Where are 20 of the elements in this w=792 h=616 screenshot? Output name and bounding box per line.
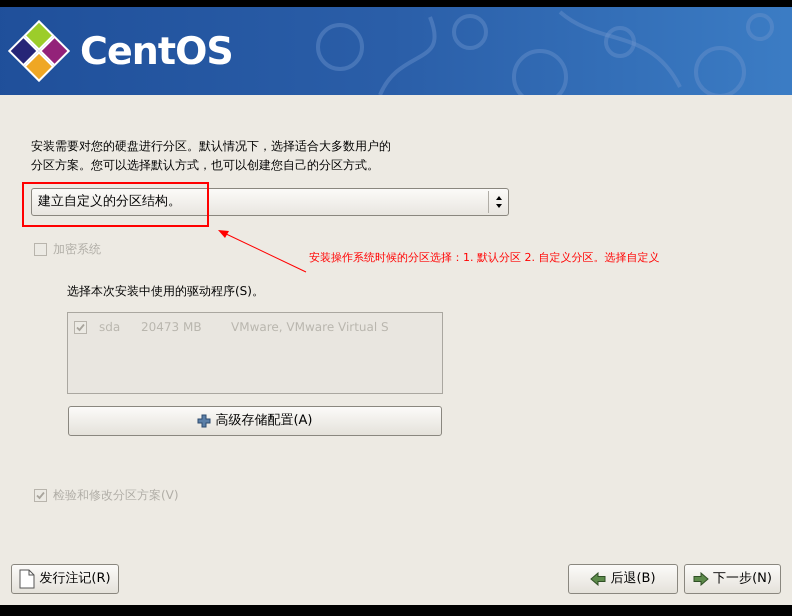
- right-arrow-icon: [693, 572, 710, 586]
- back-button[interactable]: 后退(B): [568, 564, 678, 594]
- logo-text: CentOS: [80, 28, 233, 74]
- plus-icon: [197, 414, 212, 428]
- check-icon: [36, 490, 45, 500]
- partition-dropdown[interactable]: 建立自定义的分区结构。: [31, 188, 509, 216]
- advanced-storage-button[interactable]: 高级存储配置(A): [68, 406, 442, 436]
- next-button[interactable]: 下一步(N): [684, 564, 781, 594]
- check-icon: [76, 322, 85, 332]
- encrypt-label: 加密系统: [53, 241, 101, 258]
- logo-icon: [8, 20, 70, 82]
- annotation-text: 安装操作系统时候的分区选择：1. 默认分区 2. 自定义分区。选择自定义: [309, 250, 660, 266]
- review-label: 检验和修改分区方案(V): [53, 487, 179, 504]
- up-down-arrows-icon: [494, 195, 502, 209]
- release-notes-button[interactable]: 发行注记(R): [11, 564, 119, 594]
- document-icon: [19, 569, 36, 589]
- intro-text: 安装需要对您的硬盘进行分区。默认情况下，选择适合大多数用户的 分区方案。您可以选择默认方式，也可以创建您自己的分区方式。: [31, 138, 392, 174]
- drives-label: 选择本次安装中使用的驱动程序(S)。: [67, 283, 265, 300]
- checkbox[interactable]: [74, 320, 87, 334]
- left-arrow-icon: [590, 572, 606, 586]
